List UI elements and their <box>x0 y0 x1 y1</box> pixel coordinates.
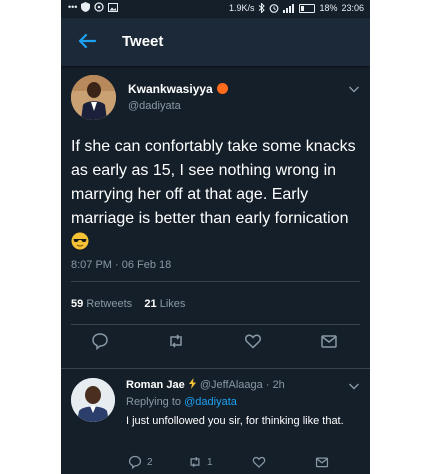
reply-icon <box>128 455 142 469</box>
heart-icon <box>252 456 266 468</box>
cool-face-emoji-icon <box>71 232 89 250</box>
reply-icon[interactable] <box>91 332 109 350</box>
reply-author-handle[interactable]: @JeffAlaaga <box>200 379 263 391</box>
alarm-icon <box>270 4 279 13</box>
retweet-count: 1 <box>207 456 213 468</box>
badge-icon <box>216 83 228 94</box>
divider <box>71 281 360 282</box>
reply-time: · 2h <box>265 379 285 391</box>
reply-retweet-action[interactable]: 1 <box>188 455 213 469</box>
shield-icon <box>81 2 91 12</box>
status-left-icons: ••• <box>68 2 119 12</box>
avatar[interactable] <box>71 378 115 422</box>
avatar[interactable] <box>71 75 116 120</box>
author-name-text: Kwankwasiyya <box>128 82 213 96</box>
reply-message-action[interactable] <box>315 455 329 469</box>
app-header: Tweet <box>61 18 370 66</box>
retweets-label[interactable]: Retweets <box>86 298 132 310</box>
retweet-icon <box>190 456 200 468</box>
battery-icon <box>299 3 316 13</box>
chevron-down-icon[interactable] <box>348 84 360 94</box>
reply-author-name[interactable]: Roman Jae <box>126 379 185 391</box>
likes-count[interactable]: 21 <box>144 298 156 310</box>
replying-to: Replying to @dadiyata <box>126 396 237 408</box>
mail-icon[interactable] <box>320 332 338 350</box>
tweet-timestamp: 8:07 PM · 06 Feb 18 <box>71 259 172 271</box>
retweet-icon[interactable] <box>167 332 185 350</box>
author-name[interactable]: Kwankwasiyya <box>128 82 228 96</box>
tweet-text-body: If she can confortably take some knacks … <box>71 138 356 227</box>
heart-icon[interactable] <box>244 332 262 350</box>
reply-like-action[interactable] <box>252 455 266 469</box>
main-tweet: Kwankwasiyya @dadiyata If she can confor… <box>61 66 370 362</box>
dots-icon: ••• <box>68 2 78 12</box>
clock: 23:06 <box>341 3 364 13</box>
network-speed: 1.9K/s <box>228 3 255 13</box>
mention-link[interactable]: @dadiyata <box>184 396 237 408</box>
signal-icon <box>283 3 295 13</box>
reply-reply-action[interactable]: 2 <box>128 455 153 469</box>
reply-tweet[interactable]: Roman Jae @JeffAlaaga · 2h Replying to @… <box>61 368 370 474</box>
status-right: 1.9K/s 18% 23:06 <box>229 3 364 13</box>
bluetooth-icon <box>259 3 266 13</box>
image-icon <box>108 2 119 12</box>
replying-prefix: Replying to <box>126 396 182 408</box>
reply-count: 2 <box>147 456 153 468</box>
battery-percent: 18% <box>319 3 338 13</box>
lightning-icon <box>188 378 196 389</box>
status-bar: ••• 1.9K/s 18% 23:06 <box>61 0 370 18</box>
page-title: Tweet <box>122 33 164 50</box>
tweet-actions <box>61 332 370 354</box>
whatsapp-icon <box>94 2 105 12</box>
divider <box>71 324 360 325</box>
phone-screen: ••• 1.9K/s 18% 23:06 Tweet Kwankwasiyya … <box>61 0 370 474</box>
tweet-stats: 59 Retweets 21 Likes <box>71 298 185 310</box>
author-handle[interactable]: @dadiyata <box>128 100 181 112</box>
likes-label[interactable]: Likes <box>160 298 186 310</box>
back-arrow-icon[interactable] <box>75 29 99 53</box>
reply-text: I just unfollowed you sir, for thinking … <box>126 415 344 427</box>
chevron-down-icon[interactable] <box>348 381 360 391</box>
mail-icon <box>315 457 329 468</box>
tweet-text: If she can confortably take some knacks … <box>71 135 361 255</box>
reply-header: Roman Jae @JeffAlaaga · 2h <box>126 378 285 391</box>
retweets-count[interactable]: 59 <box>71 298 83 310</box>
